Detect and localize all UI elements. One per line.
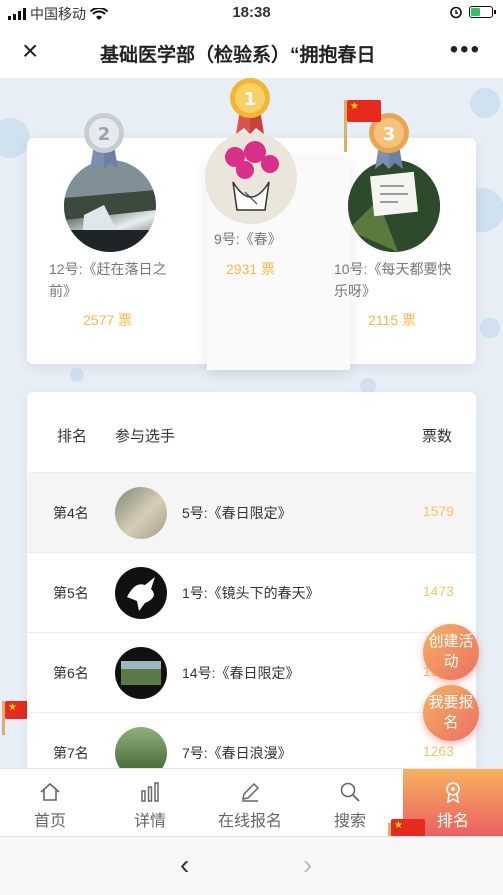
gold-medal-icon: 1 xyxy=(230,78,270,134)
avatar xyxy=(115,727,167,768)
tab-bar: 首页 详情 在线报名 搜索 排名 xyxy=(0,768,503,837)
tab-signup[interactable]: 在线报名 xyxy=(200,769,300,837)
header-votes: 票数 xyxy=(421,428,452,445)
tab-label: 首页 xyxy=(33,813,66,830)
avatar[interactable] xyxy=(348,160,440,252)
row-rank: 第6名 xyxy=(53,665,89,681)
podium-name-3: 10号:《每天都要快乐呀》 xyxy=(334,261,452,299)
battery-icon xyxy=(469,6,496,18)
tab-label: 搜索 xyxy=(333,813,366,830)
header-player: 参与选手 xyxy=(115,428,176,445)
row-votes: 1473 xyxy=(422,583,454,599)
avatar[interactable] xyxy=(64,160,156,252)
avatar[interactable] xyxy=(205,132,297,224)
row-name: 14号:《春日限定》 xyxy=(182,665,300,681)
browser-toolbar: ‹ › xyxy=(0,836,503,895)
tab-label: 详情 xyxy=(133,813,166,830)
table-header: 排名 参与选手 票数 xyxy=(27,392,476,472)
home-icon xyxy=(40,782,60,801)
status-bar: 中国移动 18:38 xyxy=(0,0,503,26)
signup-button[interactable]: 我要报名 xyxy=(423,685,479,741)
content-area[interactable]: 12号:《赶在落日之前》 2577 票 9号:《春》 2931 票 10号:《每… xyxy=(0,78,503,768)
page-title: 基础医学部（检验系）“拥抱春日 xyxy=(100,45,376,66)
avatar xyxy=(115,567,167,619)
status-time: 18:38 xyxy=(232,4,271,21)
svg-text:2: 2 xyxy=(98,124,111,145)
row-name: 7号:《春日浪漫》 xyxy=(182,745,292,761)
row-votes: 1579 xyxy=(422,503,454,519)
forward-button[interactable]: › xyxy=(303,849,312,881)
tab-home[interactable]: 首页 xyxy=(0,769,100,837)
tab-details[interactable]: 详情 xyxy=(100,769,200,837)
podium-card: 12号:《赶在落日之前》 2577 票 9号:《春》 2931 票 10号:《每… xyxy=(27,132,476,370)
row-rank: 第7名 xyxy=(53,745,89,761)
podium-name-1: 9号:《春》 xyxy=(214,231,282,247)
podium-name-2: 12号:《赶在落日之前》 xyxy=(49,261,167,299)
row-name: 5号:《春日限定》 xyxy=(182,505,292,521)
medal-icon xyxy=(446,782,460,803)
silver-medal-icon: 2 xyxy=(84,113,124,169)
close-button[interactable]: × xyxy=(22,36,38,66)
alarm-icon xyxy=(450,6,462,19)
avatar xyxy=(115,647,167,699)
tab-label: 在线报名 xyxy=(217,813,282,830)
tab-search[interactable]: 搜索 xyxy=(300,769,400,837)
create-activity-button[interactable]: 创建活动 xyxy=(423,624,479,680)
svg-text:3: 3 xyxy=(383,124,396,145)
table-row[interactable]: 第4名 5号:《春日限定》 1579 xyxy=(27,472,476,552)
podium-votes-3: 2115 票 xyxy=(368,312,416,328)
row-rank: 第4名 xyxy=(53,505,89,521)
podium-votes-2: 2577 票 xyxy=(83,312,133,328)
svg-text:1: 1 xyxy=(244,89,257,110)
search-icon xyxy=(340,782,360,802)
header-rank: 排名 xyxy=(57,428,88,445)
flag-icon xyxy=(391,819,425,837)
bubble-decoration xyxy=(470,88,500,118)
chart-icon xyxy=(141,782,159,802)
nav-bar: × 基础医学部（检验系）“拥抱春日 ••• xyxy=(0,26,503,78)
table-row[interactable]: 第6名 14号:《春日限定》 1368 xyxy=(27,632,476,712)
bubble-decoration xyxy=(0,118,30,158)
row-name: 1号:《镜头下的春天》 xyxy=(182,585,320,601)
bubble-decoration xyxy=(480,318,500,338)
tab-label: 排名 xyxy=(436,813,469,830)
back-button[interactable]: ‹ xyxy=(180,849,189,881)
ranking-table: 排名 参与选手 票数 第4名 5号:《春日限定》 1579 第5名 1号:《镜头… xyxy=(27,392,476,768)
bubble-decoration xyxy=(70,368,84,382)
flag-icon xyxy=(347,100,381,122)
avatar xyxy=(115,487,167,539)
podium-votes-1: 2931 票 xyxy=(226,261,276,277)
table-row[interactable]: 第7名 7号:《春日浪漫》 1263 xyxy=(27,712,476,768)
status-right xyxy=(449,5,496,19)
row-rank: 第5名 xyxy=(53,585,89,601)
row-votes: 1263 xyxy=(422,743,454,759)
more-button[interactable]: ••• xyxy=(450,36,481,64)
pencil-icon xyxy=(242,782,260,802)
table-row[interactable]: 第5名 1号:《镜头下的春天》 1473 xyxy=(27,552,476,632)
